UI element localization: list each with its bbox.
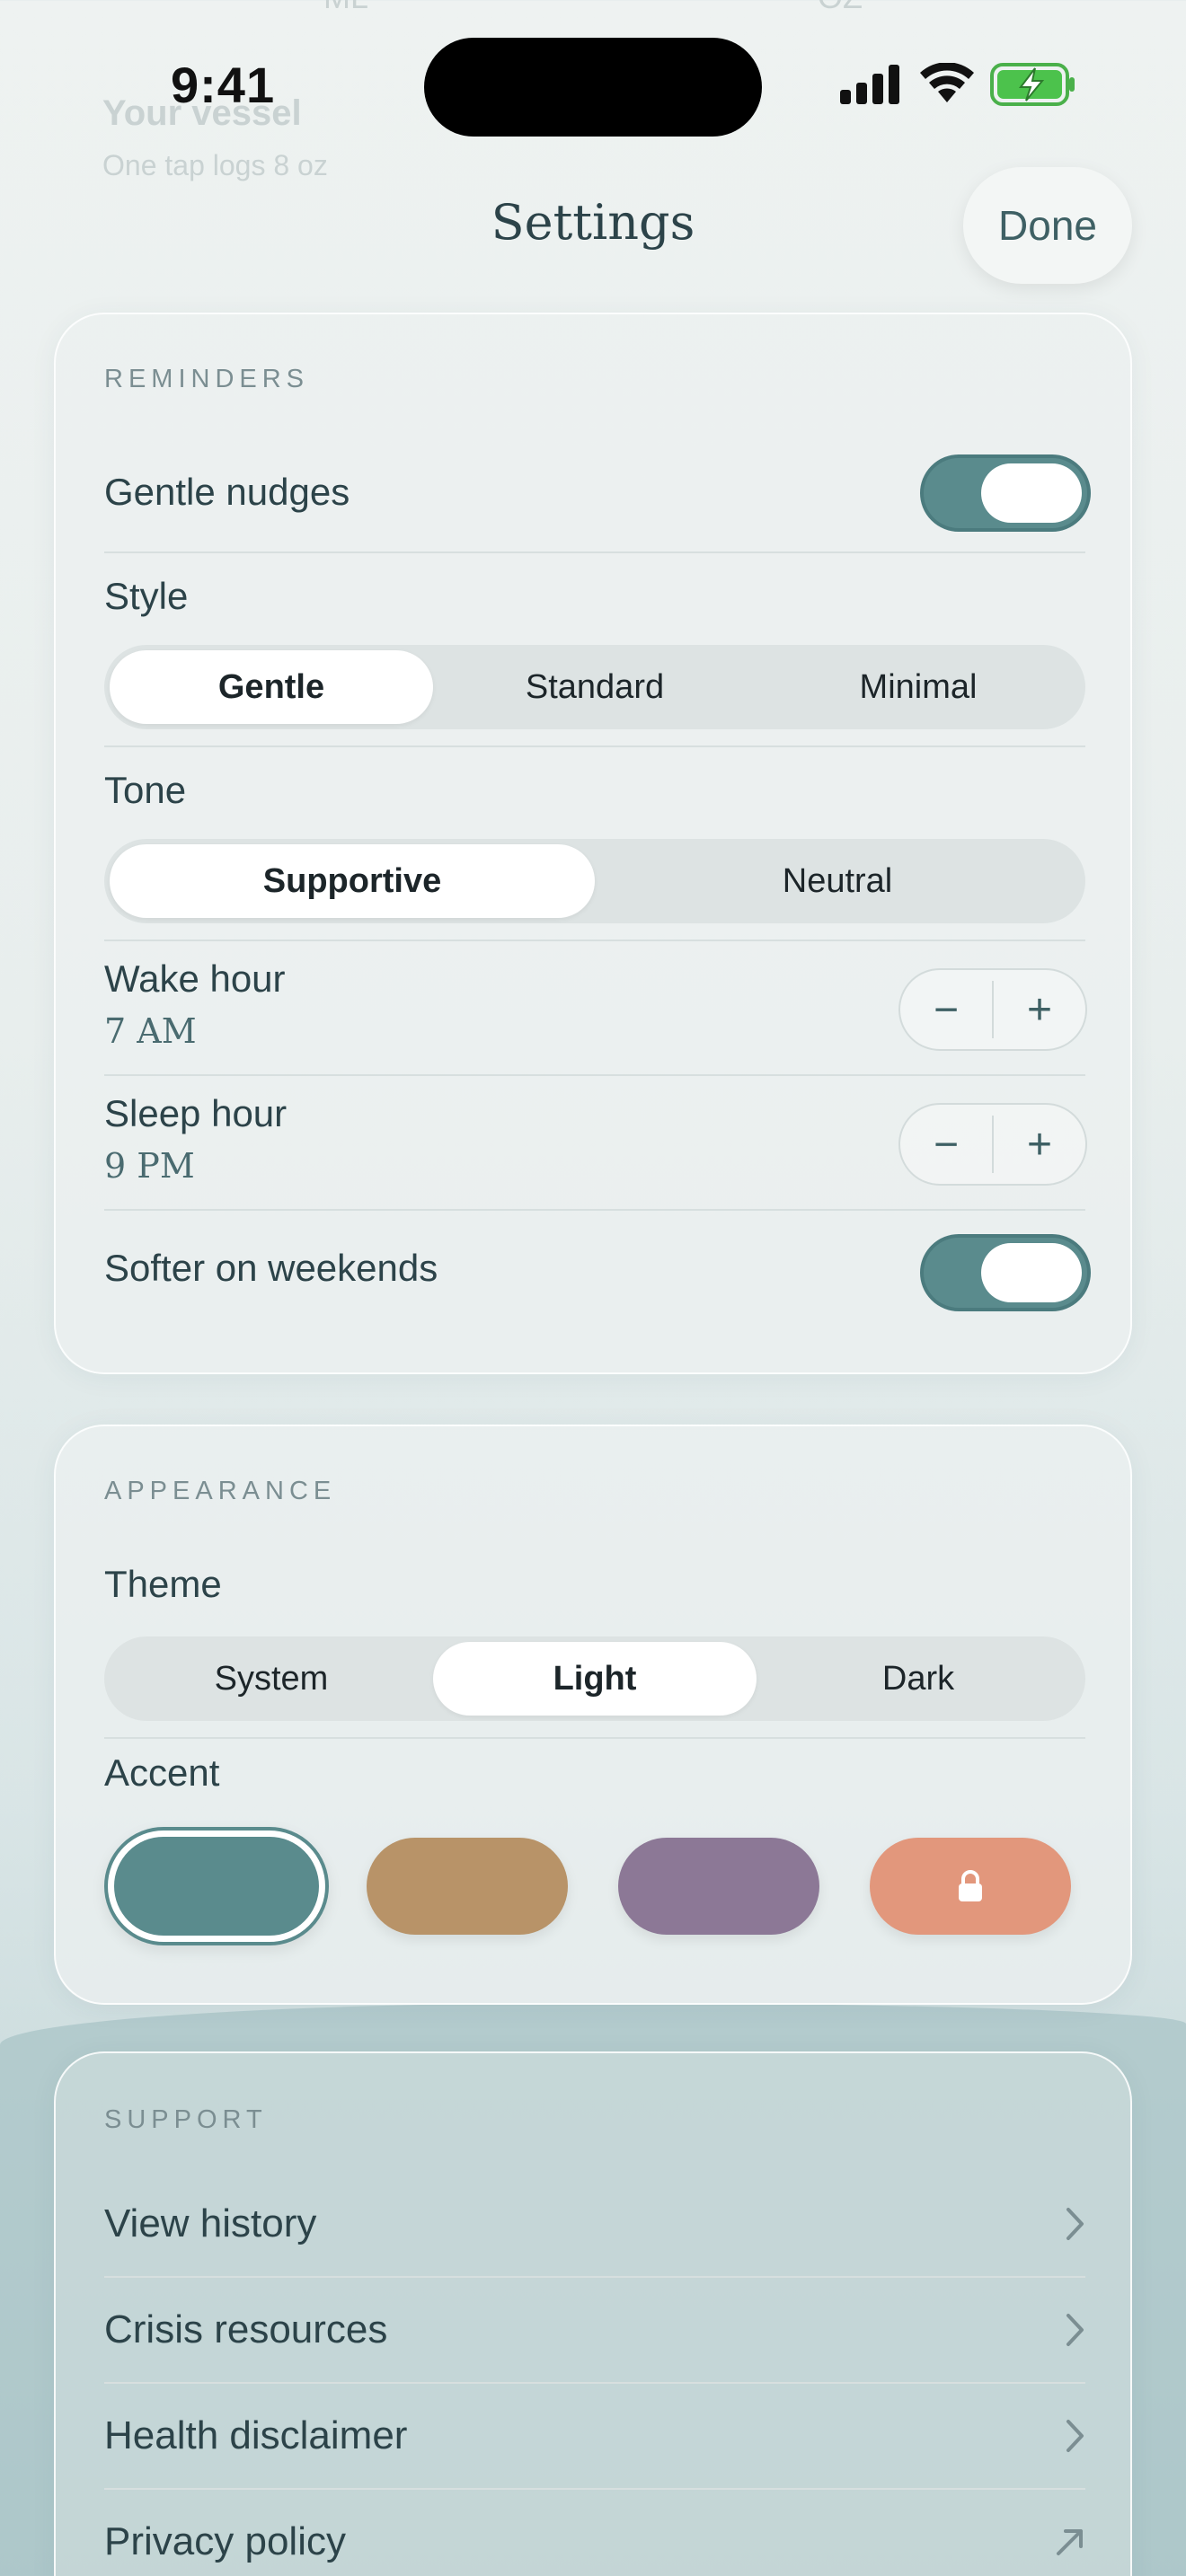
chevron-right-icon bbox=[1067, 2208, 1084, 2240]
section-title-reminders: REMINDERS bbox=[104, 365, 310, 393]
status-time: 9:41 bbox=[171, 57, 276, 113]
divider bbox=[104, 940, 1085, 941]
tone-label: Tone bbox=[104, 769, 187, 811]
gentle-nudges-label: Gentle nudges bbox=[104, 471, 350, 513]
wake-hour-value: 7 AM bbox=[104, 1011, 197, 1051]
health-disclaimer-row[interactable]: Health disclaimer bbox=[104, 2384, 1085, 2488]
theme-segmented-control: System Light Dark bbox=[104, 1636, 1085, 1721]
section-title-support: SUPPORT bbox=[104, 2105, 268, 2134]
style-option-gentle[interactable]: Gentle bbox=[110, 650, 433, 724]
theme-option-light[interactable]: Light bbox=[433, 1642, 757, 1716]
theme-label: Theme bbox=[104, 1563, 222, 1605]
health-disclaimer-label: Health disclaimer bbox=[104, 2413, 408, 2457]
chevron-right-icon bbox=[1067, 2420, 1084, 2452]
wake-hour-label: Wake hour bbox=[104, 957, 286, 1000]
accent-swatch-row bbox=[104, 1827, 1085, 1945]
section-title-appearance: APPEARANCE bbox=[104, 1477, 337, 1505]
chevron-right-icon bbox=[1067, 2314, 1084, 2346]
divider bbox=[104, 1209, 1085, 1211]
theme-option-dark[interactable]: Dark bbox=[757, 1642, 1080, 1716]
external-arrow-icon bbox=[1057, 2529, 1083, 2555]
accent-swatch-tan[interactable] bbox=[367, 1838, 568, 1935]
toggle-knob bbox=[981, 463, 1082, 523]
divider bbox=[104, 745, 1085, 747]
done-button[interactable]: Done bbox=[963, 167, 1132, 284]
sleep-hour-label: Sleep hour bbox=[104, 1092, 288, 1134]
dynamic-island bbox=[424, 38, 762, 137]
privacy-policy-label: Privacy policy bbox=[104, 2519, 346, 2563]
tone-segmented-control: Supportive Neutral bbox=[104, 839, 1085, 923]
accent-swatch-purple[interactable] bbox=[618, 1838, 819, 1935]
wifi-icon bbox=[920, 63, 974, 102]
sleep-hour-increment-button[interactable]: + bbox=[994, 1105, 1085, 1184]
style-option-standard[interactable]: Standard bbox=[433, 650, 757, 724]
view-history-row[interactable]: View history bbox=[104, 2172, 1085, 2276]
reminders-card: REMINDERS Gentle nudges Style Gentle Sta… bbox=[54, 313, 1132, 1374]
crisis-resources-row[interactable]: Crisis resources bbox=[104, 2278, 1085, 2382]
lock-icon bbox=[959, 1870, 982, 1901]
wake-hour-increment-button[interactable]: + bbox=[994, 970, 1085, 1049]
gentle-nudges-toggle[interactable] bbox=[920, 454, 1091, 532]
accent-swatch-coral[interactable] bbox=[870, 1838, 1071, 1935]
divider bbox=[104, 1737, 1085, 1739]
appearance-card: APPEARANCE Theme System Light Dark Accen… bbox=[54, 1425, 1132, 2005]
style-segmented-control: Gentle Standard Minimal bbox=[104, 645, 1085, 729]
theme-option-system[interactable]: System bbox=[110, 1642, 433, 1716]
sleep-hour-value: 9 PM bbox=[104, 1146, 195, 1186]
divider bbox=[104, 1074, 1085, 1076]
toggle-knob bbox=[981, 1243, 1082, 1302]
accent-swatch-teal-fill bbox=[114, 1837, 319, 1936]
style-option-minimal[interactable]: Minimal bbox=[757, 650, 1080, 724]
sleep-hour-decrement-button[interactable]: − bbox=[900, 1105, 992, 1184]
divider bbox=[104, 551, 1085, 553]
softer-weekends-label: Softer on weekends bbox=[104, 1247, 438, 1289]
privacy-policy-row[interactable]: Privacy policy bbox=[104, 2490, 1085, 2576]
accent-swatch-teal[interactable] bbox=[104, 1827, 329, 1945]
view-history-label: View history bbox=[104, 2201, 317, 2245]
wake-hour-decrement-button[interactable]: − bbox=[900, 970, 992, 1049]
tone-option-neutral[interactable]: Neutral bbox=[595, 844, 1080, 918]
sleep-hour-stepper: − + bbox=[898, 1103, 1087, 1186]
status-bar: 9:41 bbox=[0, 0, 1186, 171]
tone-option-supportive[interactable]: Supportive bbox=[110, 844, 595, 918]
wake-hour-stepper: − + bbox=[898, 968, 1087, 1051]
cellular-signal-icon bbox=[840, 65, 899, 104]
style-label: Style bbox=[104, 575, 189, 617]
accent-label: Accent bbox=[104, 1751, 220, 1794]
crisis-resources-label: Crisis resources bbox=[104, 2307, 388, 2351]
softer-weekends-toggle[interactable] bbox=[920, 1234, 1091, 1311]
battery-charging-icon bbox=[990, 63, 1075, 106]
support-card: SUPPORT View history Crisis resources He… bbox=[54, 2051, 1132, 2576]
